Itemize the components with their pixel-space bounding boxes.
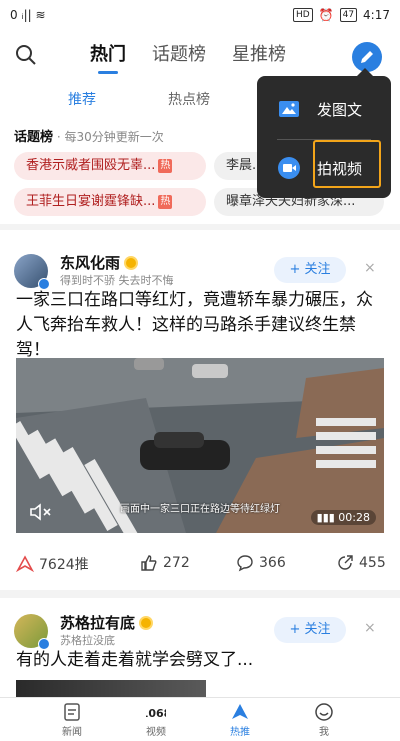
comment-count: 366 [259,555,286,571]
post-text[interactable]: 有的人走着走着就学会劈叉了... [16,648,386,673]
video-duration: ▮▮▮ 00:28 [310,510,376,525]
search-button[interactable] [14,43,38,67]
top-header: 热门 话题榜 星推榜 [0,30,400,80]
hot-badge: 热 [158,158,173,173]
thumbs-up-icon [141,555,157,571]
post-actions: 7624推 272 366 455 [0,548,400,578]
topic-chip-label: 香港示威者围殴无辜... [26,158,156,173]
topic-chip-label: 王菲生日宴谢霆锋缺... [26,194,156,209]
bottom-nav: 新闻 1068 视频 热推 我 [0,697,400,741]
search-icon [16,45,36,65]
comment-icon [237,555,253,572]
battery-icon: 47 [339,8,358,22]
alarm-icon: ⏰ [318,8,334,22]
status-bar: 0 ᵢ|| ≋ HD ⏰ 47 4:17 [0,0,400,30]
post-username[interactable]: 东风化雨 [60,252,139,273]
topic-chip[interactable]: 香港示威者围殴无辜... 热 [14,152,206,180]
post-user-subtitle: 苏格拉没底 [60,634,115,647]
profile-icon [315,703,333,721]
status-right: HD ⏰ 47 4:17 [292,8,390,22]
medal-icon [139,616,154,630]
comment-button[interactable]: 366 [236,554,286,572]
pencil-icon [361,51,373,63]
nav-label: 视频 [146,727,166,738]
subtab-recommend[interactable]: 推荐 [68,89,96,109]
post-card: 东风化雨 得到时不骄 失去时不悔 + 关注 × 一家三口在路口等红灯，竟遭轿车暴… [0,230,400,590]
hd-badge: HD [292,8,313,22]
image-icon [279,101,299,117]
like-button[interactable]: 272 [140,554,190,572]
push-count: 7624推 [39,557,89,573]
nav-news[interactable]: 新闻 [42,702,102,738]
highlight-box [313,140,381,188]
follow-button[interactable]: + 关注 [274,617,346,643]
share-count: 455 [359,555,386,571]
status-time: 4:17 [363,8,390,22]
hot-badge: 热 [158,194,173,209]
hot-push-icon [232,704,248,719]
tab-hot[interactable]: 热门 [90,40,126,74]
news-icon [64,703,80,721]
nav-me[interactable]: 我 [294,702,354,738]
close-icon[interactable]: × [364,620,376,636]
svg-text:1068: 1068 [146,707,166,720]
post-user-subtitle: 得到时不骄 失去时不悔 [60,274,174,287]
topic-chip[interactable]: 王菲生日宴谢霆锋缺... 热 [14,188,206,216]
post-text[interactable]: 一家三口在路口等红灯，竟遭轿车暴力碾压，众人飞奔抬车救人！这样的马路杀手建议终生… [16,288,386,363]
mute-icon [30,503,51,521]
nav-hot[interactable]: 热推 [210,702,270,738]
subtab-trending[interactable]: 热点榜 [168,89,210,109]
nav-label: 热推 [230,727,250,738]
status-left: 0 ᵢ|| ≋ [10,8,46,22]
menu-item-post-image-text[interactable]: 发图文 [257,84,391,134]
share-button[interactable]: 455 [336,554,386,572]
menu-item-label: 发图文 [317,100,363,119]
push-button[interactable]: 7624推 [16,554,89,574]
push-icon [16,555,34,573]
like-count: 272 [163,555,190,571]
nav-video[interactable]: 1068 视频 [126,702,186,738]
video-1068-icon: 1068 [146,707,166,720]
post-username[interactable]: 苏格拉有底 [60,612,154,633]
video-camera-icon [278,157,300,179]
topic-board-subtitle: · 每30分钟更新一次 [53,130,164,144]
video-player[interactable]: 画面中一家三口正在路边等待红绿灯 ▮▮▮ 00:28 [16,358,384,533]
share-icon [338,555,353,570]
post-card: 苏格拉有底 苏格拉没底 + 关注 × 有的人走着走着就学会劈叉了... [0,598,400,700]
follow-button[interactable]: + 关注 [274,257,346,283]
main-tabs: 热门 话题榜 星推榜 [90,40,286,74]
nav-label: 新闻 [62,727,82,738]
mute-button[interactable] [28,501,54,523]
tab-stars[interactable]: 星推榜 [232,40,286,66]
nav-label: 我 [319,727,329,738]
topic-board-title: 话题榜 [14,130,54,145]
tab-topics[interactable]: 话题榜 [152,40,206,66]
signal-icon: 0 ᵢ|| ≋ [10,8,46,22]
close-icon[interactable]: × [364,260,376,276]
medal-icon [124,256,139,270]
